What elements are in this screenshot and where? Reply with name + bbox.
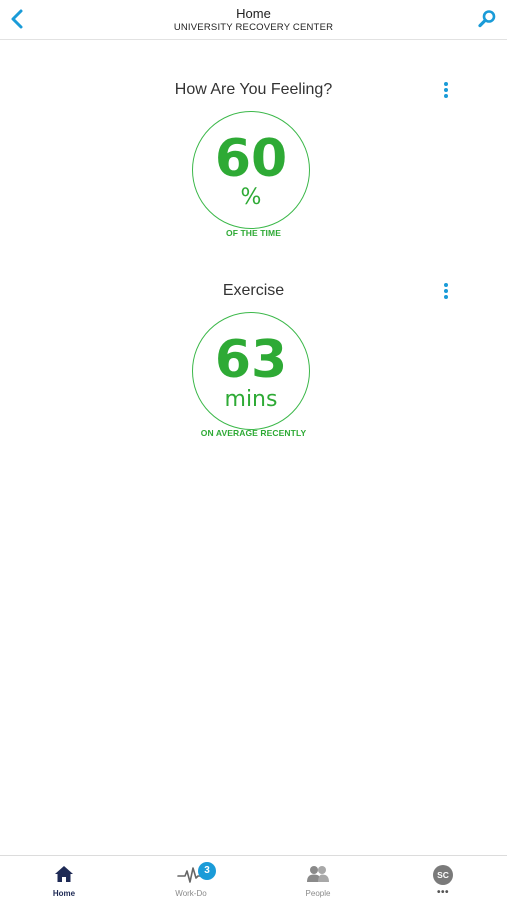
- kebab-dot: [444, 94, 448, 98]
- metric-caption: OF THE TIME: [226, 228, 281, 238]
- metric-unit: mins: [224, 387, 278, 412]
- metric-value: 60: [214, 129, 288, 189]
- card-title: How Are You Feeling?: [174, 81, 333, 98]
- people-icon: [307, 866, 329, 882]
- more-options-button[interactable]: [441, 82, 451, 100]
- search-icon: [478, 10, 496, 28]
- metric-value: 63: [214, 330, 288, 390]
- more-dots: •••: [436, 887, 449, 898]
- nav-item-home[interactable]: Home: [19, 856, 109, 901]
- nav-item-people[interactable]: People: [273, 856, 363, 901]
- notification-badge: 3: [198, 862, 216, 880]
- search-button[interactable]: [477, 9, 497, 29]
- nav-item-work-do[interactable]: 3 Work-Do: [146, 856, 236, 901]
- bottom-nav: Home 3 Work-Do People SC •••: [0, 855, 507, 901]
- metric-caption: ON AVERAGE RECENTLY: [200, 428, 307, 438]
- kebab-dot: [444, 295, 448, 299]
- kebab-dot: [444, 283, 448, 287]
- page-subtitle: UNIVERSITY RECOVERY CENTER: [173, 22, 334, 33]
- metric-ring: 63 mins: [192, 312, 310, 430]
- metric-ring: 60 %: [192, 111, 310, 229]
- kebab-dot: [444, 88, 448, 92]
- exercise-card[interactable]: Exercise 63 mins ON AVERAGE RECENTLY: [0, 279, 507, 454]
- nav-label: Home: [52, 889, 76, 898]
- avatar: SC: [433, 865, 453, 885]
- top-app-bar: Home UNIVERSITY RECOVERY CENTER: [0, 0, 507, 40]
- page-title: Home: [236, 6, 271, 21]
- kebab-dot: [444, 82, 448, 86]
- nav-label: Work-Do: [175, 889, 207, 898]
- nav-item-profile-more[interactable]: SC •••: [398, 856, 488, 901]
- nav-label: People: [305, 889, 331, 898]
- more-options-button[interactable]: [441, 283, 451, 301]
- feeling-card[interactable]: How Are You Feeling? 60 % OF THE TIME: [0, 78, 507, 253]
- card-title: Exercise: [222, 282, 285, 299]
- home-icon: [55, 866, 73, 882]
- metric-unit: %: [240, 185, 262, 210]
- kebab-dot: [444, 289, 448, 293]
